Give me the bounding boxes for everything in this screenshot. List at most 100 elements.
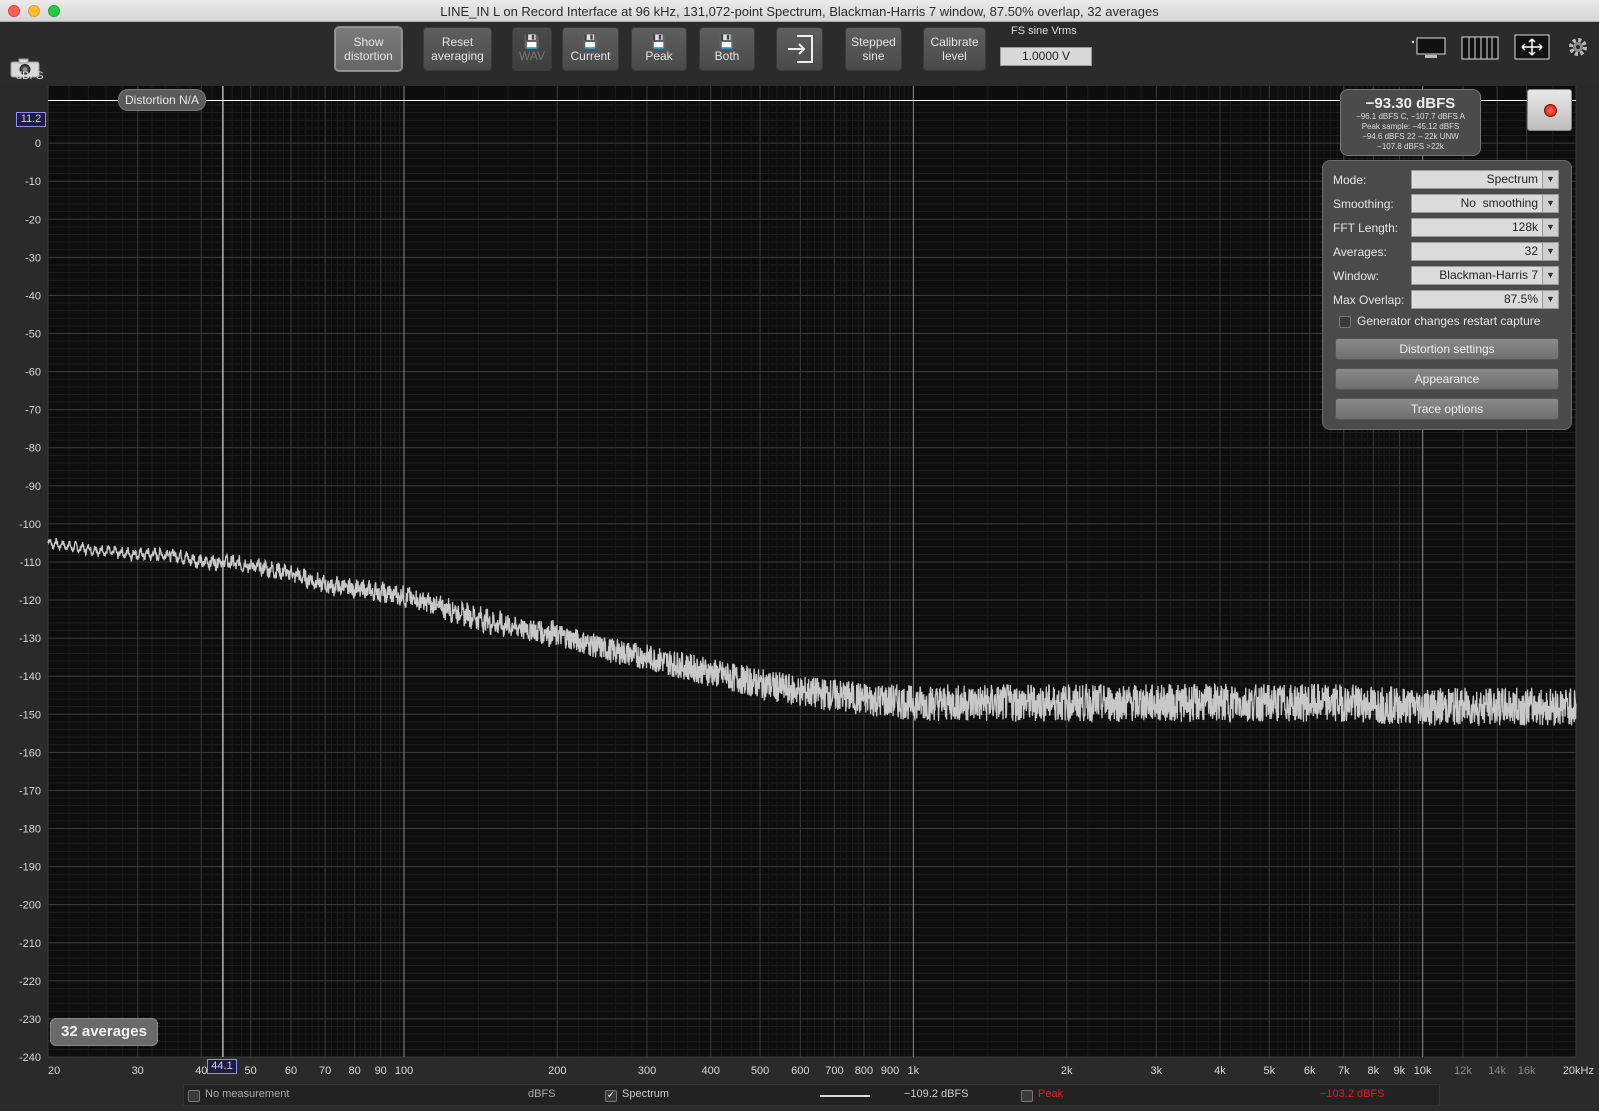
wav-button[interactable]: 💾 WAV bbox=[512, 27, 552, 71]
fft-length-select[interactable]: 128k ▼ bbox=[1411, 218, 1559, 237]
peak-label: Peak bbox=[645, 49, 673, 63]
level-line: Peak sample: −45.12 dBFS bbox=[1361, 122, 1460, 131]
show-distortion-label-2: distortion bbox=[344, 49, 393, 63]
averages-row: Averages: 32 ▼ bbox=[1333, 242, 1563, 262]
stepped-sine-label-1: Stepped bbox=[851, 35, 896, 49]
averages-badge: 32 averages bbox=[50, 1018, 158, 1046]
chevron-down-icon: ▼ bbox=[1542, 219, 1558, 236]
show-distortion-button[interactable]: Show distortion bbox=[335, 27, 402, 71]
import-button[interactable] bbox=[776, 27, 823, 71]
window-title: LINE_IN L on Record Interface at 96 kHz,… bbox=[440, 4, 1159, 19]
spectrum-line-swatch bbox=[820, 1095, 870, 1097]
window-value: Blackman-Harris 7 bbox=[1439, 268, 1538, 282]
x-tick-label: 20kHz bbox=[1563, 1065, 1594, 1077]
y-tick-label: -90 bbox=[25, 481, 41, 493]
save-icon: 💾 bbox=[650, 34, 668, 49]
averages-select[interactable]: 32 ▼ bbox=[1411, 242, 1559, 261]
expand-icon[interactable] bbox=[1514, 34, 1550, 65]
x-tick-label: 900 bbox=[881, 1065, 899, 1077]
x-tick-label: 500 bbox=[751, 1065, 769, 1077]
x-tick-label: 14k bbox=[1488, 1065, 1506, 1077]
fs-sine-input[interactable]: 1.0000 V bbox=[1000, 47, 1092, 66]
x-tick-label: 80 bbox=[349, 1065, 361, 1077]
x-tick-label: 800 bbox=[855, 1065, 873, 1077]
reset-averaging-label-2: averaging bbox=[431, 49, 484, 63]
distortion-settings-button[interactable]: Distortion settings bbox=[1335, 338, 1559, 360]
y-tick-label: -30 bbox=[25, 252, 41, 264]
app-window: LINE_IN L on Record Interface at 96 kHz,… bbox=[0, 0, 1599, 1111]
reset-averaging-button[interactable]: Reset averaging bbox=[423, 27, 492, 71]
wav-label: WAV bbox=[519, 49, 545, 63]
y-tick-label: -210 bbox=[19, 938, 41, 950]
smoothing-value: No smoothing bbox=[1460, 196, 1538, 210]
spectrum-checkbox[interactable]: ✓ bbox=[605, 1090, 617, 1102]
y-tick-label: -170 bbox=[19, 785, 41, 797]
x-tick-label: 50 bbox=[245, 1065, 257, 1077]
peak-checkbox[interactable] bbox=[1021, 1090, 1033, 1102]
reset-averaging-label-1: Reset bbox=[441, 35, 474, 49]
appearance-button[interactable]: Appearance bbox=[1335, 368, 1559, 390]
gear-icon[interactable] bbox=[1566, 35, 1590, 64]
peak-level-value: −103.2 dBFS bbox=[1320, 1088, 1385, 1100]
chevron-down-icon: ▼ bbox=[1542, 291, 1558, 308]
x-tick-label: 4k bbox=[1214, 1065, 1226, 1077]
x-tick-label: 8k bbox=[1368, 1065, 1380, 1077]
x-tick-label: 100 bbox=[395, 1065, 413, 1077]
save-current-button[interactable]: 💾 Current bbox=[562, 27, 619, 71]
level-main: −93.30 dBFS bbox=[1365, 95, 1456, 112]
fft-length-value: 128k bbox=[1511, 220, 1538, 234]
x-tick-label: 2k bbox=[1061, 1065, 1073, 1077]
multi-view-icon[interactable] bbox=[1461, 36, 1499, 65]
level-line: −107.8 dBFS >22k bbox=[1377, 142, 1444, 151]
y-axis-unit: dBFS bbox=[16, 70, 44, 82]
max-overlap-select[interactable]: 87.5% ▼ bbox=[1411, 290, 1559, 309]
current-label: Current bbox=[570, 49, 611, 63]
stepped-sine-button[interactable]: Stepped sine bbox=[845, 27, 902, 71]
x-tick-label: 9k bbox=[1394, 1065, 1406, 1077]
y-tick-label: -220 bbox=[19, 976, 41, 988]
single-view-icon[interactable] bbox=[1411, 36, 1447, 65]
smoothing-label: Smoothing: bbox=[1333, 197, 1394, 211]
x-tick-label: 70 bbox=[319, 1065, 331, 1077]
x-tick-label: 60 bbox=[285, 1065, 297, 1077]
generator-restart-checkbox[interactable] bbox=[1339, 316, 1351, 328]
y-tick-label: 0 bbox=[35, 138, 41, 150]
mode-row: Mode: Spectrum ▼ bbox=[1333, 170, 1563, 190]
import-icon bbox=[787, 35, 813, 63]
x-tick-label: 3k bbox=[1151, 1065, 1163, 1077]
spectrum-label: Spectrum bbox=[622, 1088, 670, 1100]
x-tick-label: 40 bbox=[195, 1065, 207, 1077]
fft-length-row: FFT Length: 128k ▼ bbox=[1333, 218, 1563, 238]
x-tick-label: 20 bbox=[48, 1065, 60, 1077]
save-peak-button[interactable]: 💾 Peak bbox=[631, 27, 687, 71]
x-tick-label: 12k bbox=[1454, 1065, 1472, 1077]
x-tick-label: 7k bbox=[1338, 1065, 1350, 1077]
smoothing-select[interactable]: No smoothing ▼ bbox=[1411, 194, 1559, 213]
x-tick-label: 600 bbox=[791, 1065, 809, 1077]
title-bar: LINE_IN L on Record Interface at 96 kHz,… bbox=[0, 0, 1599, 22]
save-both-button[interactable]: 💾 Both bbox=[699, 27, 755, 71]
averages-label: Averages: bbox=[1333, 245, 1387, 259]
calibrate-level-button[interactable]: Calibrate level bbox=[923, 27, 986, 71]
x-tick-label: 90 bbox=[375, 1065, 387, 1077]
no-measurement-checkbox[interactable] bbox=[188, 1090, 200, 1102]
save-icon: 💾 bbox=[582, 34, 599, 49]
x-tick-label: 30 bbox=[132, 1065, 144, 1077]
legend-unit: dBFS bbox=[528, 1088, 556, 1100]
record-button[interactable] bbox=[1527, 89, 1572, 131]
window-select[interactable]: Blackman-Harris 7 ▼ bbox=[1411, 266, 1559, 285]
x-tick-label: 400 bbox=[701, 1065, 719, 1077]
level-readout: −93.30 dBFS −96.1 dBFS C, −107.7 dBFS A … bbox=[1340, 89, 1481, 156]
mode-select[interactable]: Spectrum ▼ bbox=[1411, 170, 1559, 189]
y-tick-label: -130 bbox=[19, 633, 41, 645]
x-tick-label: 10k bbox=[1414, 1065, 1432, 1077]
settings-panel: Mode: Spectrum ▼ Smoothing: No smoothing ▼… bbox=[1322, 160, 1572, 430]
record-icon bbox=[1544, 104, 1557, 117]
y-tick-label: -10 bbox=[25, 176, 41, 188]
y-tick-label: -140 bbox=[19, 671, 41, 683]
smoothing-row: Smoothing: No smoothing ▼ bbox=[1333, 194, 1563, 214]
y-tick-label: -240 bbox=[19, 1052, 41, 1064]
cursor-x-readout: 44.1 bbox=[207, 1059, 237, 1074]
trace-options-button[interactable]: Trace options bbox=[1335, 398, 1559, 420]
y-tick-label: -100 bbox=[19, 519, 41, 531]
